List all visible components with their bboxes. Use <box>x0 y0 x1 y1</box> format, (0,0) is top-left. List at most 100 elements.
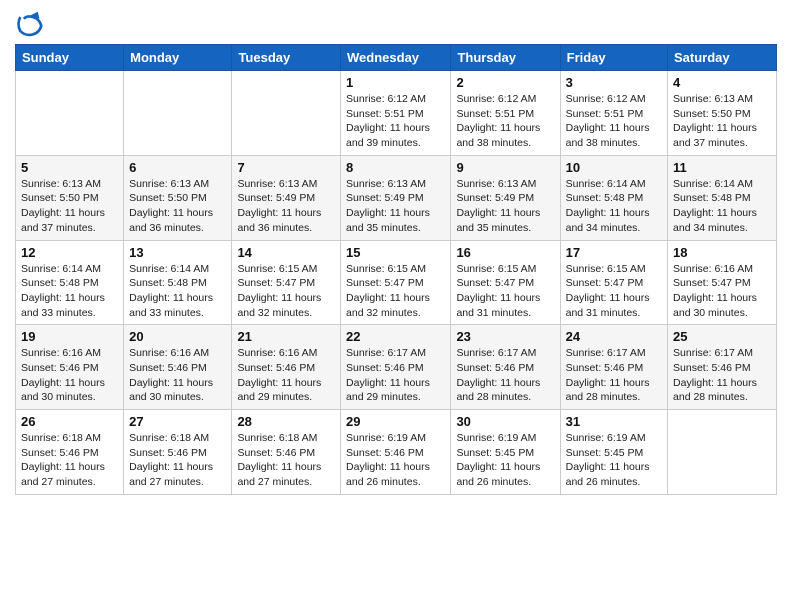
day-info: Sunrise: 6:14 AMSunset: 5:48 PMDaylight:… <box>129 262 226 321</box>
day-cell: 6 Sunrise: 6:13 AMSunset: 5:50 PMDaylight… <box>124 155 232 240</box>
day-info: Sunrise: 6:17 AMSunset: 5:46 PMDaylight:… <box>566 346 662 405</box>
day-info: Sunrise: 6:17 AMSunset: 5:46 PMDaylight:… <box>346 346 445 405</box>
day-number: 17 <box>566 245 662 260</box>
day-info: Sunrise: 6:15 AMSunset: 5:47 PMDaylight:… <box>237 262 335 321</box>
day-info: Sunrise: 6:19 AMSunset: 5:45 PMDaylight:… <box>456 431 554 490</box>
weekday-header-friday: Friday <box>560 45 667 71</box>
day-info: Sunrise: 6:16 AMSunset: 5:46 PMDaylight:… <box>21 346 118 405</box>
day-number: 11 <box>673 160 771 175</box>
day-cell: 23 Sunrise: 6:17 AMSunset: 5:46 PMDayligh… <box>451 325 560 410</box>
day-cell: 28 Sunrise: 6:18 AMSunset: 5:46 PMDayligh… <box>232 410 341 495</box>
day-cell: 26 Sunrise: 6:18 AMSunset: 5:46 PMDayligh… <box>16 410 124 495</box>
day-info: Sunrise: 6:16 AMSunset: 5:47 PMDaylight:… <box>673 262 771 321</box>
day-number: 30 <box>456 414 554 429</box>
day-number: 9 <box>456 160 554 175</box>
day-info: Sunrise: 6:12 AMSunset: 5:51 PMDaylight:… <box>346 92 445 151</box>
day-cell: 18 Sunrise: 6:16 AMSunset: 5:47 PMDayligh… <box>668 240 777 325</box>
day-number: 27 <box>129 414 226 429</box>
day-number: 6 <box>129 160 226 175</box>
day-number: 2 <box>456 75 554 90</box>
header <box>15 10 777 38</box>
day-info: Sunrise: 6:19 AMSunset: 5:45 PMDaylight:… <box>566 431 662 490</box>
day-info: Sunrise: 6:15 AMSunset: 5:47 PMDaylight:… <box>566 262 662 321</box>
day-number: 12 <box>21 245 118 260</box>
day-cell: 10 Sunrise: 6:14 AMSunset: 5:48 PMDayligh… <box>560 155 667 240</box>
day-cell: 22 Sunrise: 6:17 AMSunset: 5:46 PMDayligh… <box>341 325 451 410</box>
calendar: SundayMondayTuesdayWednesdayThursdayFrid… <box>15 44 777 495</box>
day-number: 10 <box>566 160 662 175</box>
weekday-header-saturday: Saturday <box>668 45 777 71</box>
day-info: Sunrise: 6:16 AMSunset: 5:46 PMDaylight:… <box>129 346 226 405</box>
day-info: Sunrise: 6:13 AMSunset: 5:49 PMDaylight:… <box>237 177 335 236</box>
weekday-header-monday: Monday <box>124 45 232 71</box>
day-cell <box>232 71 341 156</box>
day-info: Sunrise: 6:14 AMSunset: 5:48 PMDaylight:… <box>21 262 118 321</box>
day-number: 5 <box>21 160 118 175</box>
day-cell: 13 Sunrise: 6:14 AMSunset: 5:48 PMDayligh… <box>124 240 232 325</box>
day-info: Sunrise: 6:12 AMSunset: 5:51 PMDaylight:… <box>456 92 554 151</box>
day-info: Sunrise: 6:14 AMSunset: 5:48 PMDaylight:… <box>566 177 662 236</box>
day-info: Sunrise: 6:12 AMSunset: 5:51 PMDaylight:… <box>566 92 662 151</box>
day-cell: 20Sunrise: 6:16 AMSunset: 5:46 PMDayligh… <box>124 325 232 410</box>
day-number: 7 <box>237 160 335 175</box>
day-info: Sunrise: 6:15 AMSunset: 5:47 PMDaylight:… <box>346 262 445 321</box>
day-cell <box>16 71 124 156</box>
day-cell <box>668 410 777 495</box>
day-info: Sunrise: 6:13 AMSunset: 5:49 PMDaylight:… <box>346 177 445 236</box>
day-cell: 5Sunrise: 6:13 AMSunset: 5:50 PMDaylight… <box>16 155 124 240</box>
day-cell: 27 Sunrise: 6:18 AMSunset: 5:46 PMDayligh… <box>124 410 232 495</box>
day-cell: 3Sunrise: 6:12 AMSunset: 5:51 PMDaylight… <box>560 71 667 156</box>
day-number: 16 <box>456 245 554 260</box>
day-number: 29 <box>346 414 445 429</box>
day-cell <box>124 71 232 156</box>
day-info: Sunrise: 6:18 AMSunset: 5:46 PMDaylight:… <box>21 431 118 490</box>
day-number: 13 <box>129 245 226 260</box>
day-cell: 21Sunrise: 6:16 AMSunset: 5:46 PMDayligh… <box>232 325 341 410</box>
logo <box>15 10 47 38</box>
day-number: 28 <box>237 414 335 429</box>
weekday-header-row: SundayMondayTuesdayWednesdayThursdayFrid… <box>16 45 777 71</box>
week-row-4: 19Sunrise: 6:16 AMSunset: 5:46 PMDayligh… <box>16 325 777 410</box>
day-number: 1 <box>346 75 445 90</box>
week-row-2: 5 Sunrise: 6:13 AMSunset: 5:50 PMDaylight… <box>16 155 777 240</box>
week-row-3: 12 Sunrise: 6:14 AMSunset: 5:48 PMDayligh… <box>16 240 777 325</box>
day-cell: 25 Sunrise: 6:17 AMSunset: 5:46 PMDayligh… <box>668 325 777 410</box>
week-row-5: 26 Sunrise: 6:18 AMSunset: 5:46 PMDayligh… <box>16 410 777 495</box>
day-info: Sunrise: 6:13 AMSunset: 5:50 PMDaylight:… <box>673 92 771 151</box>
weekday-header-tuesday: Tuesday <box>232 45 341 71</box>
day-info: Sunrise: 6:19 AMSunset: 5:46 PMDaylight:… <box>346 431 445 490</box>
day-info: Sunrise: 6:15 AMSunset: 5:47 PMDaylight:… <box>456 262 554 321</box>
day-number: 23 <box>456 329 554 344</box>
page: SundayMondayTuesdayWednesdayThursdayFrid… <box>0 0 792 510</box>
day-cell: 8Sunrise: 6:13 AMSunset: 5:49 PMDaylight… <box>341 155 451 240</box>
day-info: Sunrise: 6:18 AMSunset: 5:46 PMDaylight:… <box>129 431 226 490</box>
day-info: Sunrise: 6:17 AMSunset: 5:46 PMDaylight:… <box>456 346 554 405</box>
weekday-header-wednesday: Wednesday <box>341 45 451 71</box>
weekday-header-sunday: Sunday <box>16 45 124 71</box>
day-info: Sunrise: 6:13 AMSunset: 5:50 PMDaylight:… <box>129 177 226 236</box>
day-info: Sunrise: 6:17 AMSunset: 5:46 PMDaylight:… <box>673 346 771 405</box>
day-info: Sunrise: 6:18 AMSunset: 5:46 PMDaylight:… <box>237 431 335 490</box>
day-number: 22 <box>346 329 445 344</box>
day-cell: 4 Sunrise: 6:13 AMSunset: 5:50 PMDaylight… <box>668 71 777 156</box>
day-number: 25 <box>673 329 771 344</box>
day-number: 4 <box>673 75 771 90</box>
day-number: 18 <box>673 245 771 260</box>
day-cell: 30 Sunrise: 6:19 AMSunset: 5:45 PMDayligh… <box>451 410 560 495</box>
day-number: 31 <box>566 414 662 429</box>
day-cell: 7 Sunrise: 6:13 AMSunset: 5:49 PMDaylight… <box>232 155 341 240</box>
day-cell: 31 Sunrise: 6:19 AMSunset: 5:45 PMDayligh… <box>560 410 667 495</box>
day-cell: 29 Sunrise: 6:19 AMSunset: 5:46 PMDayligh… <box>341 410 451 495</box>
day-cell: 17 Sunrise: 6:15 AMSunset: 5:47 PMDayligh… <box>560 240 667 325</box>
day-info: Sunrise: 6:14 AMSunset: 5:48 PMDaylight:… <box>673 177 771 236</box>
day-cell: 11 Sunrise: 6:14 AMSunset: 5:48 PMDayligh… <box>668 155 777 240</box>
day-number: 15 <box>346 245 445 260</box>
day-cell: 14Sunrise: 6:15 AMSunset: 5:47 PMDayligh… <box>232 240 341 325</box>
logo-icon <box>15 10 43 38</box>
day-cell: 12 Sunrise: 6:14 AMSunset: 5:48 PMDayligh… <box>16 240 124 325</box>
day-number: 21 <box>237 329 335 344</box>
day-cell: 19Sunrise: 6:16 AMSunset: 5:46 PMDayligh… <box>16 325 124 410</box>
day-number: 26 <box>21 414 118 429</box>
day-cell: 16 Sunrise: 6:15 AMSunset: 5:47 PMDayligh… <box>451 240 560 325</box>
day-cell: 24Sunrise: 6:17 AMSunset: 5:46 PMDayligh… <box>560 325 667 410</box>
